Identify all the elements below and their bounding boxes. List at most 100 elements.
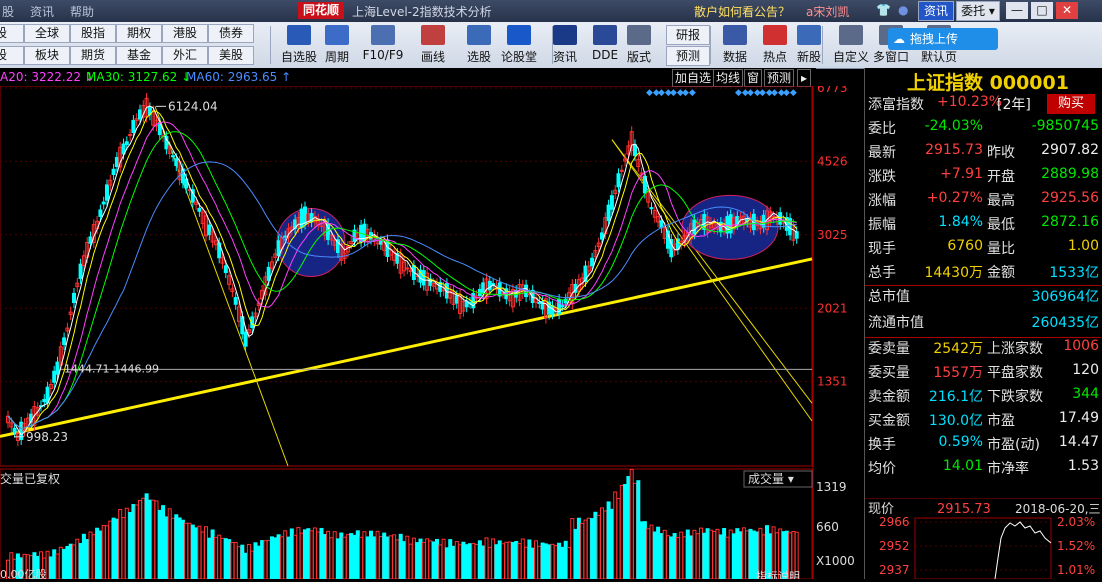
- quote-value: -24.03%: [924, 118, 983, 134]
- volume-bar: [369, 530, 373, 579]
- add-watchlist-button[interactable]: 加自选: [672, 69, 715, 87]
- minimize-button[interactable]: —: [1006, 2, 1028, 19]
- chat-icon[interactable]: ●: [898, 3, 914, 17]
- close-button[interactable]: ✕: [1056, 2, 1078, 19]
- event-marker[interactable]: ◆◆: [682, 88, 696, 98]
- tab-weituo[interactable]: 委托 ▾: [956, 1, 1000, 21]
- quick-btn-0-3[interactable]: 期权: [116, 24, 162, 43]
- tool-版式[interactable]: 版式: [618, 25, 660, 67]
- indicator-help-link[interactable]: 指标说明: [756, 569, 800, 579]
- shirt-icon[interactable]: 👕: [876, 3, 892, 17]
- volume-bar: [227, 539, 232, 579]
- menu-item-help[interactable]: 帮助: [70, 3, 94, 20]
- tool-F10/F9[interactable]: F10/F9: [362, 25, 404, 67]
- candle: [481, 282, 486, 295]
- volume-bar: [329, 537, 334, 579]
- tool-label: 研报: [675, 28, 700, 42]
- volume-bar: [266, 539, 271, 579]
- volume-bar: [534, 540, 538, 579]
- quick-btn-0-4[interactable]: 港股: [162, 24, 208, 43]
- tool-新股[interactable]: 新股: [788, 25, 830, 67]
- candle: [98, 209, 103, 217]
- volume-bar: [672, 533, 677, 579]
- upload-button[interactable]: ☁ 拖拽上传: [888, 28, 998, 50]
- quick-btn-0-2[interactable]: 股指: [70, 24, 116, 43]
- volume-bar: [652, 531, 657, 579]
- volume-bar: [114, 518, 119, 579]
- volume-bar: [326, 530, 331, 579]
- volume-bar: [362, 531, 367, 579]
- ma30-label: MA30: 3127.62 ↓: [86, 70, 192, 84]
- candle: [124, 141, 129, 145]
- tool-资讯[interactable]: 资讯: [544, 25, 586, 67]
- tool-自定义[interactable]: 自定义: [830, 25, 872, 67]
- mini-intraday-chart[interactable]: 现价 2915.73 2018-06-20,三2966 2.03%2952 1.52%2…: [865, 497, 1101, 580]
- volume-bar: [659, 533, 664, 579]
- tool-自选股-icon: [287, 25, 311, 45]
- quick-btn-0-1[interactable]: 全球: [24, 24, 70, 43]
- quick-btn-1-0[interactable]: 股: [0, 46, 24, 65]
- expand-right-button[interactable]: ▸: [797, 69, 812, 87]
- volume-bar: [415, 542, 420, 579]
- tool-选股[interactable]: 选股: [458, 25, 500, 67]
- kline-chart[interactable]: 6773 4526 3025 2021 1351 6124.04 998.23 1444.71…: [0, 86, 864, 579]
- volume-bar: [593, 511, 598, 579]
- tool-label: 数据: [722, 50, 747, 64]
- volume-bar: [187, 522, 192, 579]
- event-marker[interactable]: ◆◆: [783, 88, 797, 98]
- volume-bar: [461, 541, 466, 579]
- y-axis-label: 1351: [817, 375, 848, 389]
- quote-label: 委买量: [868, 365, 910, 381]
- quote-label: 最新: [868, 145, 896, 161]
- candle: [131, 119, 136, 134]
- tool-研报[interactable]: 研报: [666, 25, 710, 45]
- tool-周期[interactable]: 周期: [316, 25, 358, 67]
- tab-zixun[interactable]: 资讯: [918, 1, 954, 21]
- tool-label: 周期: [324, 50, 349, 64]
- volume-bar: [296, 527, 301, 579]
- candle: [560, 305, 565, 308]
- quick-btn-1-4[interactable]: 外汇: [162, 46, 208, 65]
- volume-bar: [494, 544, 499, 579]
- toolbar-separator: [552, 26, 553, 64]
- volume-bar: [144, 493, 149, 579]
- quote-label: 总手: [868, 265, 896, 281]
- user-name[interactable]: a宋刘凯: [806, 3, 849, 20]
- ad-link[interactable]: 散户如何看公告？: [694, 3, 790, 20]
- buy-button[interactable]: 购买: [1047, 94, 1095, 114]
- volume-bar: [365, 536, 370, 579]
- volume-bar: [510, 542, 515, 579]
- volume-bar: [421, 541, 426, 579]
- quote-panel: 上证指数 000001 添富指数 +10.23% [2年] 购买 委比 -24.0…: [864, 68, 1102, 580]
- volume-bar: [563, 540, 568, 579]
- mini-y-label: 2937: [879, 563, 910, 577]
- menu-item-zixun[interactable]: 资讯: [30, 3, 54, 20]
- candle: [378, 240, 383, 245]
- quick-btn-1-2[interactable]: 期货: [70, 46, 116, 65]
- volume-bar: [233, 541, 238, 579]
- tool-自选股[interactable]: 自选股: [278, 25, 320, 67]
- quick-btn-0-5[interactable]: 债券: [208, 24, 254, 43]
- quick-btn-1-3[interactable]: 基金: [116, 46, 162, 65]
- quick-btn-1-5[interactable]: 美股: [208, 46, 254, 65]
- quote-label: 均价: [868, 461, 896, 477]
- mini-chart[interactable]: 现价 2915.73 2018-06-20,三 2966 2.03% 2952 1.52% 2…: [865, 497, 1101, 580]
- quick-btn-0-0[interactable]: 股: [0, 24, 24, 43]
- ma-button[interactable]: 均线: [713, 69, 744, 87]
- tool-画线[interactable]: 画线: [412, 25, 454, 67]
- volume-bar: [431, 541, 436, 579]
- forecast-button[interactable]: 预测: [764, 69, 795, 87]
- tool-数据[interactable]: 数据: [714, 25, 756, 67]
- menu-item-gupiao[interactable]: 股: [2, 3, 14, 20]
- window-button[interactable]: 窗: [744, 69, 763, 87]
- candle: [55, 361, 60, 375]
- volume-bar: [451, 545, 456, 579]
- quote-row: 流通市值 260435亿: [865, 312, 1101, 335]
- tool-论股堂[interactable]: 论股堂: [498, 25, 540, 67]
- tool-预测[interactable]: 预测: [666, 46, 710, 66]
- quick-btn-1-1[interactable]: 板块: [24, 46, 70, 65]
- restore-button[interactable]: □: [1031, 2, 1053, 19]
- quote-value: 344: [1072, 386, 1099, 402]
- volume-bar: [286, 536, 291, 579]
- volume-bar: [603, 510, 608, 579]
